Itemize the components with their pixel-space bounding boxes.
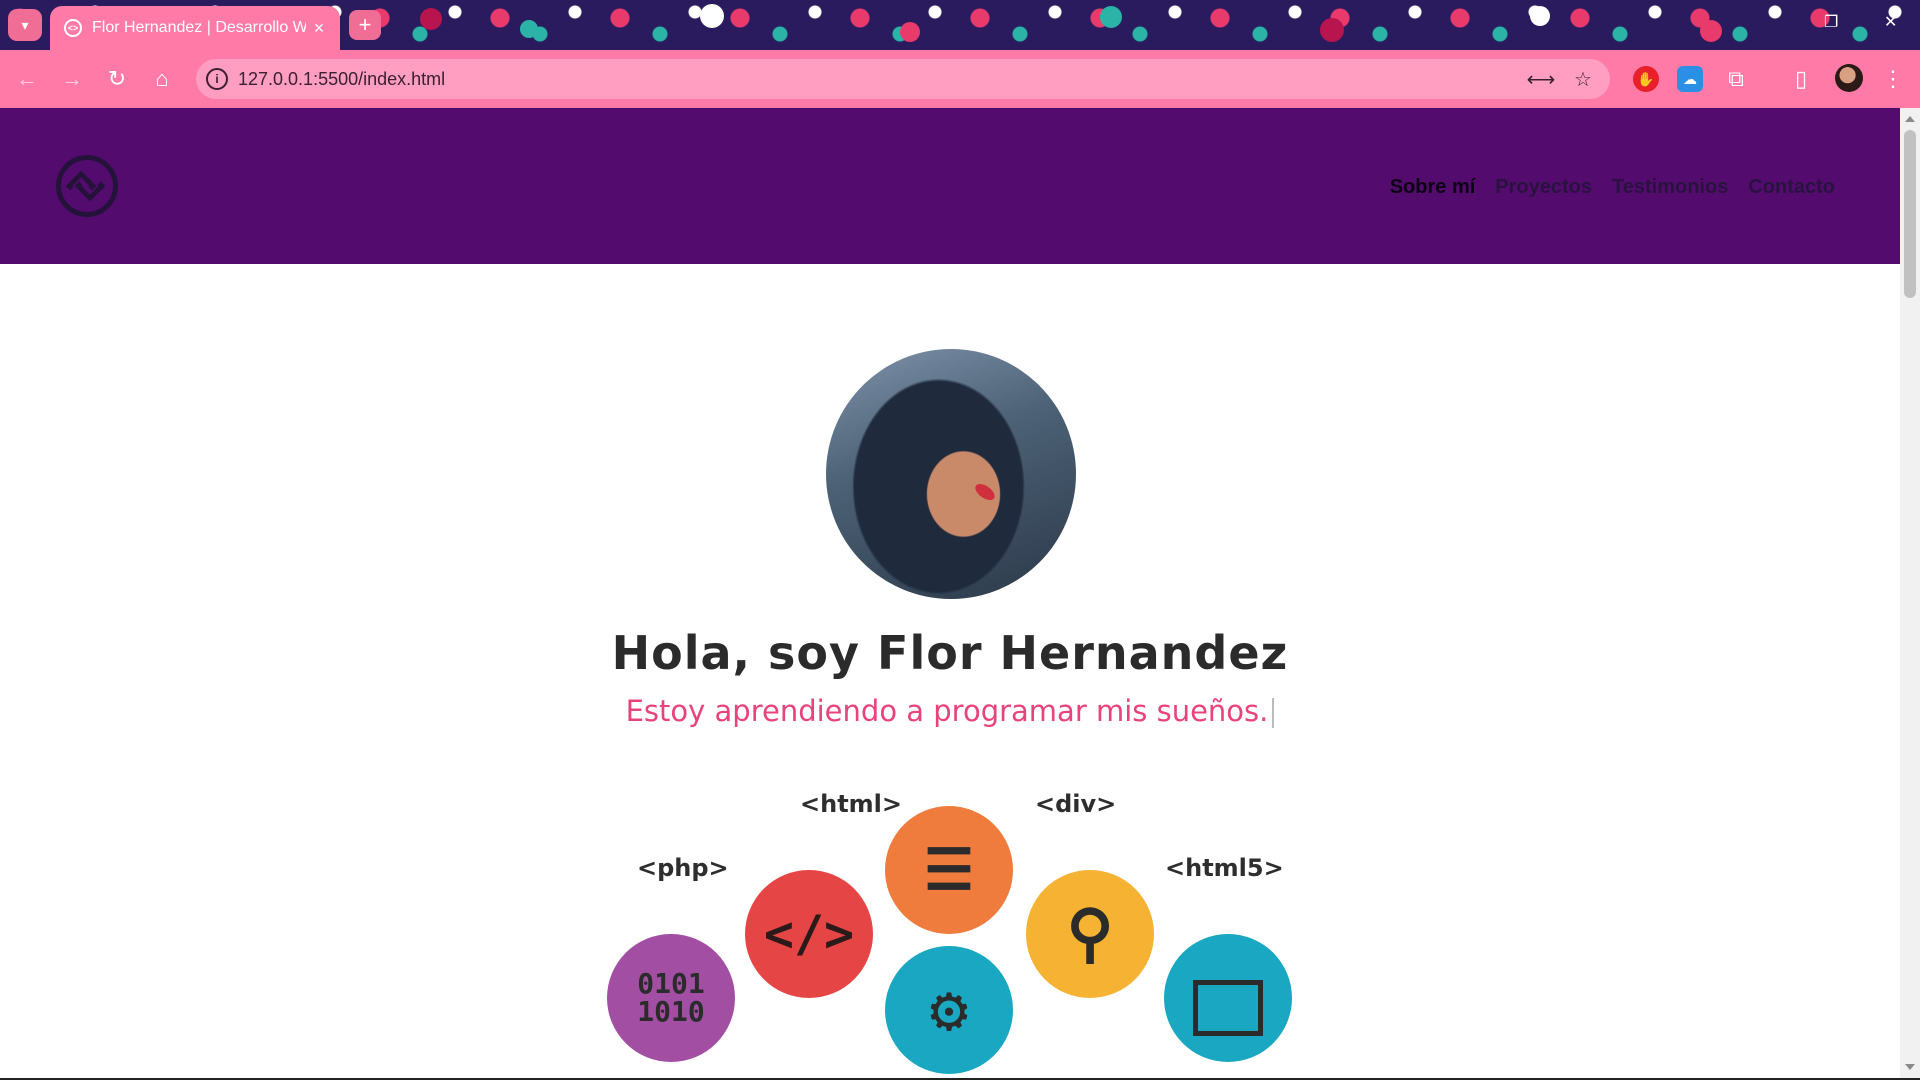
chat-bubble-icon: ☰ (885, 806, 1013, 934)
nav-link-sobre-mi[interactable]: Sobre mí (1390, 176, 1476, 199)
tag-html: <html> (800, 790, 903, 818)
hero-subtitle-text: Estoy aprendiendo a programar mis sueños… (625, 694, 1269, 728)
decor-flower (700, 4, 724, 28)
window-icon (1164, 934, 1292, 1062)
scroll-up-arrow-icon[interactable] (1905, 116, 1915, 122)
tag-php: <php> (637, 854, 729, 882)
reload-icon[interactable]: ↻ (102, 64, 132, 94)
decor-flower (520, 20, 538, 38)
decor-flower (1100, 6, 1122, 28)
tag-html5: <html5> (1165, 854, 1284, 882)
extensions-puzzle-icon[interactable]: ⧉ (1721, 64, 1751, 94)
active-tab[interactable]: <> Flor Hernandez | Desarrollo Web × (50, 6, 340, 50)
profile-photo (826, 349, 1076, 599)
home-icon[interactable]: ⌂ (147, 64, 177, 94)
hero-subtitle: Estoy aprendiendo a programar mis sueños… (0, 694, 1900, 728)
tab-search-button[interactable]: ▾ (8, 9, 42, 41)
window-frame-shape (1193, 980, 1263, 1036)
forward-icon[interactable]: → (57, 64, 87, 94)
restore-window-icon[interactable]: ❐ (1824, 12, 1838, 32)
page-scrollbar[interactable] (1900, 108, 1920, 1078)
tech-illustration: <html> <div> <php> <html5> ☰ </> ⚲ 0101 … (560, 790, 1320, 1078)
tab-title: Flor Hernandez | Desarrollo Web (92, 19, 306, 36)
browser-toolbar: ← → ↻ ⌂ i 127.0.0.1:5500/index.html ⟷ ☆ … (0, 50, 1920, 108)
nav-link-contacto[interactable]: Contacto (1748, 176, 1835, 199)
side-panel-icon[interactable]: ▯ (1786, 64, 1816, 94)
bookmark-star-icon[interactable]: ☆ (1568, 64, 1598, 94)
decor-flower (1530, 6, 1550, 26)
profile-avatar[interactable] (1835, 64, 1863, 92)
hero-title: Hola, soy Flor Hernandez (611, 626, 1289, 680)
close-window-icon[interactable]: ✕ (1884, 12, 1897, 32)
tab-close-icon[interactable]: × (306, 15, 332, 41)
main-nav: Sobre mí Proyectos Testimonios Contacto (1390, 176, 1835, 199)
page-viewport: Sobre mí Proyectos Testimonios Contacto … (0, 108, 1900, 1078)
back-icon[interactable]: ← (12, 64, 42, 94)
code-favicon-icon: <> (64, 19, 82, 37)
scrollbar-thumb[interactable] (1904, 130, 1916, 298)
typing-caret (1272, 698, 1275, 728)
tag-div: <div> (1035, 790, 1117, 818)
binary-icon: 0101 1010 (607, 934, 735, 1062)
adblock-extension-icon[interactable]: ✋ (1633, 66, 1659, 92)
nav-link-proyectos[interactable]: Proyectos (1495, 176, 1592, 199)
nav-link-testimonios[interactable]: Testimonios (1612, 176, 1728, 199)
site-logo-icon[interactable] (56, 155, 118, 217)
code-tag-icon: </> (745, 870, 873, 998)
decor-flower (900, 22, 920, 42)
address-bar[interactable]: i 127.0.0.1:5500/index.html ⟷ ☆ (196, 59, 1610, 99)
decor-flower (1320, 18, 1344, 42)
cloud-extension-icon[interactable]: ☁ (1677, 66, 1703, 92)
site-header: Sobre mí Proyectos Testimonios Contacto (0, 108, 1900, 264)
new-tab-button[interactable]: + (349, 10, 381, 40)
tab-strip: ▾ <> Flor Hernandez | Desarrollo Web × +… (0, 0, 1920, 50)
browser-menu-icon[interactable]: ⋮ (1878, 64, 1908, 94)
url-text[interactable]: 127.0.0.1:5500/index.html (238, 69, 1526, 90)
scroll-down-arrow-icon[interactable] (1905, 1064, 1915, 1070)
translate-icon[interactable]: ⟷ (1526, 64, 1556, 94)
gear-icon: ⚙ (885, 946, 1013, 1074)
decor-flower (420, 8, 442, 30)
magnifier-icon: ⚲ (1026, 870, 1154, 998)
decor-flower (1700, 20, 1722, 42)
photo-detail (972, 480, 998, 504)
site-info-icon[interactable]: i (206, 68, 228, 90)
